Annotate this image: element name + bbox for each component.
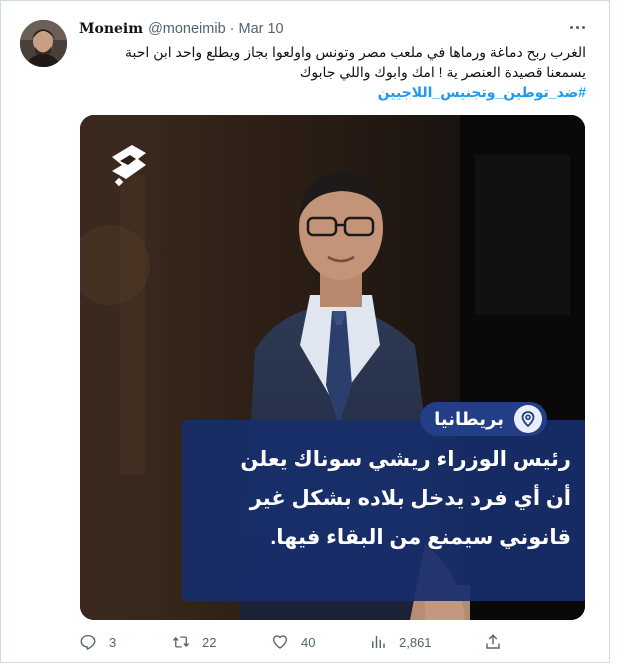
location-label: بريطانيا [434, 408, 504, 429]
tweet-card[interactable]: Moneim @moneimib · Mar 10 الغرب ربح دماغ… [0, 0, 610, 663]
views-button[interactable]: 2,861 [369, 633, 432, 651]
reply-icon [80, 634, 96, 650]
retweet-icon [172, 636, 190, 648]
tweet-date[interactable]: Mar 10 [238, 21, 283, 37]
like-count: 40 [301, 634, 316, 650]
tweet-text-line: يسمعنا قصيدة العنصر ية ! امك وابوك واللي… [299, 64, 586, 80]
tweet-actions: 3 22 40 2,861 [79, 631, 509, 653]
caption-line: أن أي فرد يدخل بلاده بشكل غير [249, 487, 571, 510]
location-badge: بريطانيا [420, 402, 547, 436]
retweet-count: 22 [202, 634, 217, 650]
caption-line: رئيس الوزراء ريشي سوناك يعلن [240, 448, 571, 471]
tweet-text: الغرب ربح دماغة ورماها في ملعب مصر وتونس… [79, 42, 586, 102]
user-handle[interactable]: @moneimib [148, 21, 226, 37]
like-icon [272, 635, 288, 649]
caption-line: قانوني سيمنع من البقاء فيها. [270, 526, 571, 549]
hashtag-link[interactable]: #ضد_توطين_وتجنيس_اللاجيين [79, 82, 586, 102]
views-count: 2,861 [399, 634, 432, 650]
reply-button[interactable]: 3 [79, 633, 116, 651]
news-caption: رئيس الوزراء ريشي سوناك يعلن أن أي فرد ي… [182, 420, 585, 601]
share-icon [486, 634, 500, 649]
location-pin-icon [514, 405, 542, 433]
retweet-button[interactable]: 22 [172, 633, 216, 651]
more-icon [569, 25, 585, 29]
reply-count: 3 [109, 634, 117, 650]
tweet-header: Moneim @moneimib · Mar 10 [79, 20, 284, 38]
tweet-text-line: الغرب ربح دماغة ورماها في ملعب مصر وتونس… [125, 44, 586, 60]
tweet-media[interactable]: رئيس الوزراء ريشي سوناك يعلن أن أي فرد ي… [80, 115, 585, 620]
avatar[interactable] [20, 20, 67, 67]
share-button[interactable] [484, 633, 502, 651]
avatar-image [20, 20, 67, 67]
views-icon [372, 636, 385, 648]
channel-logo [102, 139, 154, 191]
like-button[interactable]: 40 [271, 633, 315, 651]
separator-dot: · [229, 21, 235, 37]
display-name[interactable]: Moneim [79, 21, 143, 37]
more-options-button[interactable] [565, 18, 589, 36]
